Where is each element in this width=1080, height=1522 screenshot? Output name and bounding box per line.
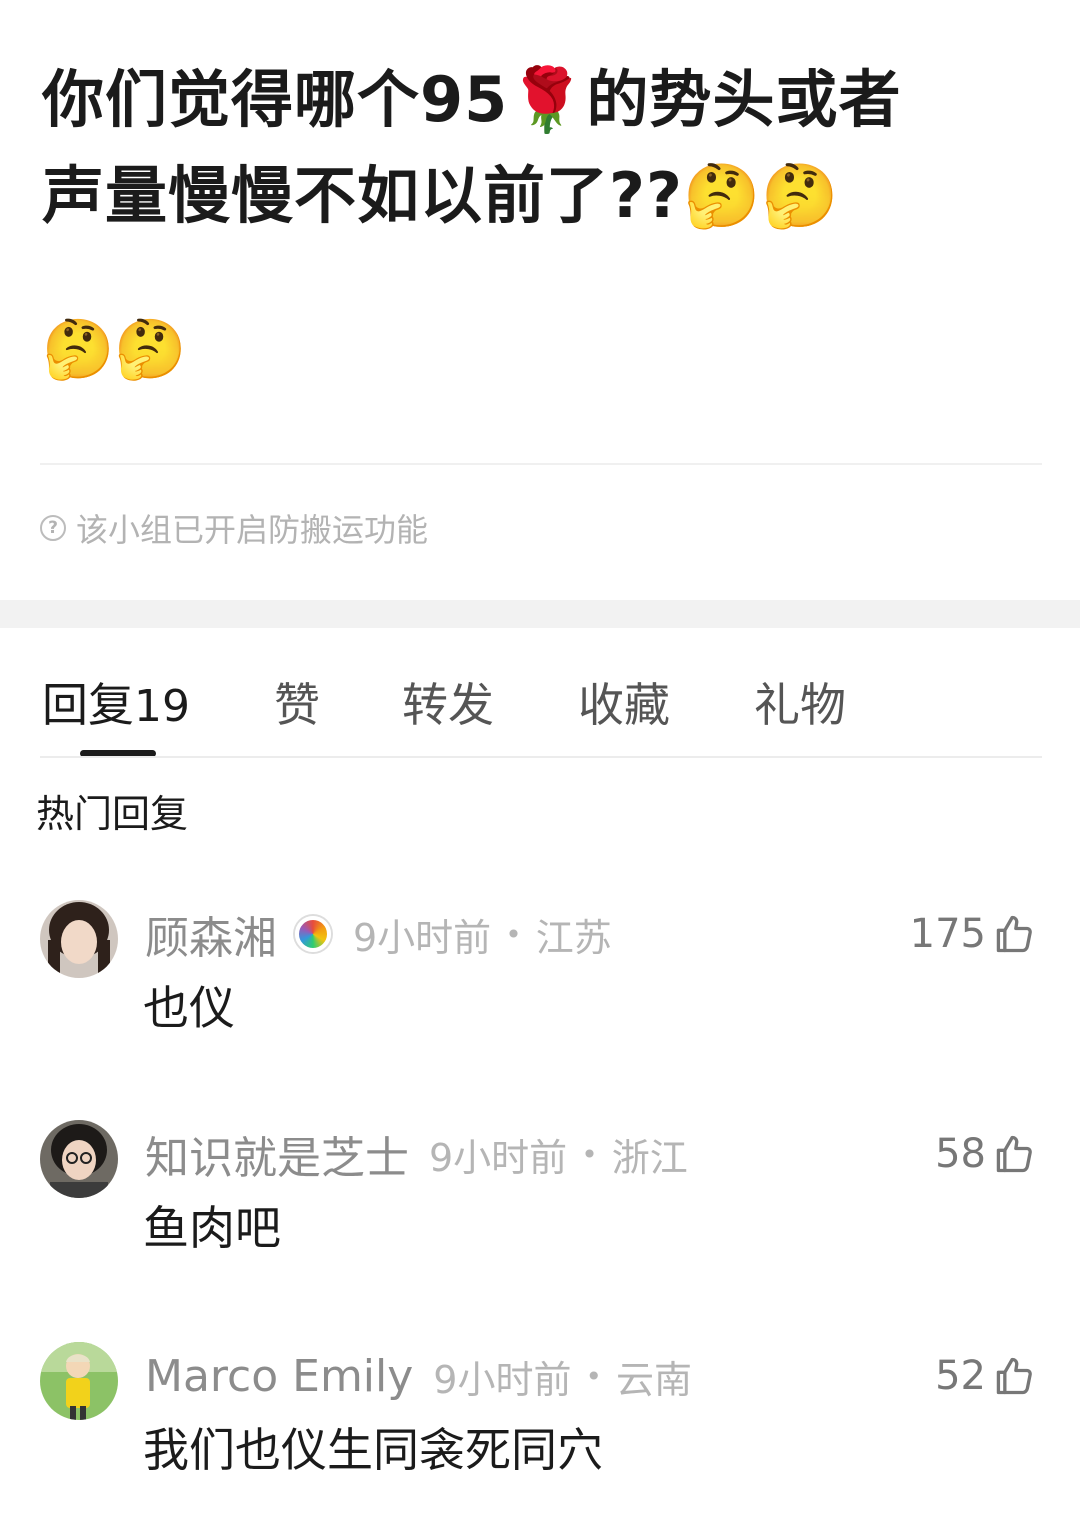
comment-author[interactable]: Marco Emily bbox=[145, 1351, 413, 1402]
comment-item: 顾森湘 9小时前 • 江苏 也仪 175 bbox=[0, 900, 1080, 1080]
comment-location: 浙江 bbox=[611, 1135, 688, 1180]
like-count: 58 bbox=[935, 1131, 986, 1177]
like-button[interactable]: 52 bbox=[935, 1348, 1036, 1404]
post-divider bbox=[40, 463, 1042, 465]
comment-text: 我们也仪生同衾死同穴 bbox=[143, 1423, 603, 1477]
rainbow-badge-icon bbox=[295, 916, 331, 952]
tab-replies-label: 回复 bbox=[42, 678, 134, 732]
tab-favorites[interactable]: 收藏 bbox=[578, 670, 670, 740]
comment-location: 江苏 bbox=[535, 915, 612, 960]
tab-forwards[interactable]: 转发 bbox=[402, 670, 494, 740]
avatar[interactable] bbox=[40, 1120, 118, 1198]
title-text-3: 声量慢慢不如以前了?? bbox=[42, 159, 683, 232]
like-count: 52 bbox=[935, 1353, 986, 1399]
thumbs-up-icon bbox=[996, 1135, 1032, 1173]
comment-header: 顾森湘 9小时前 • 江苏 bbox=[145, 906, 612, 964]
thumbs-up-icon bbox=[996, 1357, 1032, 1395]
comment-header: 知识就是芝士 9小时前 • 浙江 bbox=[145, 1126, 688, 1184]
comment-time: 9小时前 bbox=[353, 915, 492, 960]
title-text-1: 你们觉得哪个95 bbox=[42, 63, 509, 136]
tab-likes[interactable]: 赞 bbox=[274, 670, 320, 740]
avatar[interactable] bbox=[40, 1342, 118, 1420]
comment-item: 知识就是芝士 9小时前 • 浙江 鱼肉吧 58 bbox=[0, 1120, 1080, 1300]
meta-separator: • bbox=[581, 1137, 598, 1171]
section-gap bbox=[0, 600, 1080, 628]
rose-emoji: 🌹 bbox=[508, 63, 587, 136]
comment-author[interactable]: 顾森湘 bbox=[145, 902, 277, 966]
tab-replies[interactable]: 回复19 bbox=[42, 670, 190, 742]
question-circle-icon: ? bbox=[40, 515, 66, 541]
title-text-2: 的势头或者 bbox=[586, 63, 902, 136]
like-button[interactable]: 58 bbox=[935, 1126, 1036, 1182]
comment-text: 也仪 bbox=[143, 981, 235, 1035]
tab-replies-count: 19 bbox=[134, 681, 190, 732]
anti-repost-notice[interactable]: ? 该小组已开启防搬运功能 bbox=[40, 506, 428, 550]
thinking-emoji-pair: 🤔🤔 bbox=[682, 159, 840, 232]
comment-location: 云南 bbox=[616, 1357, 693, 1402]
comment-item: Marco Emily 9小时前 • 云南 我们也仪生同衾死同穴 52 bbox=[0, 1342, 1080, 1522]
like-count: 175 bbox=[909, 911, 986, 957]
avatar[interactable] bbox=[40, 900, 118, 978]
comment-author[interactable]: 知识就是芝士 bbox=[145, 1122, 409, 1186]
notice-text: 该小组已开启防搬运功能 bbox=[76, 511, 429, 549]
comment-time: 9小时前 bbox=[433, 1357, 572, 1402]
tab-gifts[interactable]: 礼物 bbox=[754, 670, 846, 740]
meta-separator: • bbox=[585, 1359, 602, 1393]
meta-separator: • bbox=[505, 917, 522, 951]
like-button[interactable]: 175 bbox=[910, 906, 1036, 962]
comment-time: 9小时前 bbox=[429, 1135, 568, 1180]
post-title: 你们觉得哪个95🌹的势头或者 声量慢慢不如以前了??🤔🤔 bbox=[42, 52, 1042, 244]
tab-bar: 回复19 赞 转发 收藏 礼物 bbox=[0, 660, 1080, 760]
tabs-divider bbox=[40, 756, 1042, 758]
hot-replies-title: 热门回复 bbox=[36, 792, 189, 836]
comment-text: 鱼肉吧 bbox=[143, 1201, 281, 1255]
post-card: 你们觉得哪个95🌹的势头或者 声量慢慢不如以前了??🤔🤔 🤔🤔 ? 该小组已开启… bbox=[0, 0, 1080, 600]
thinking-emoji-row: 🤔🤔 bbox=[42, 315, 187, 383]
comment-header: Marco Emily 9小时前 • 云南 bbox=[145, 1348, 692, 1404]
thumbs-up-icon bbox=[996, 915, 1032, 953]
